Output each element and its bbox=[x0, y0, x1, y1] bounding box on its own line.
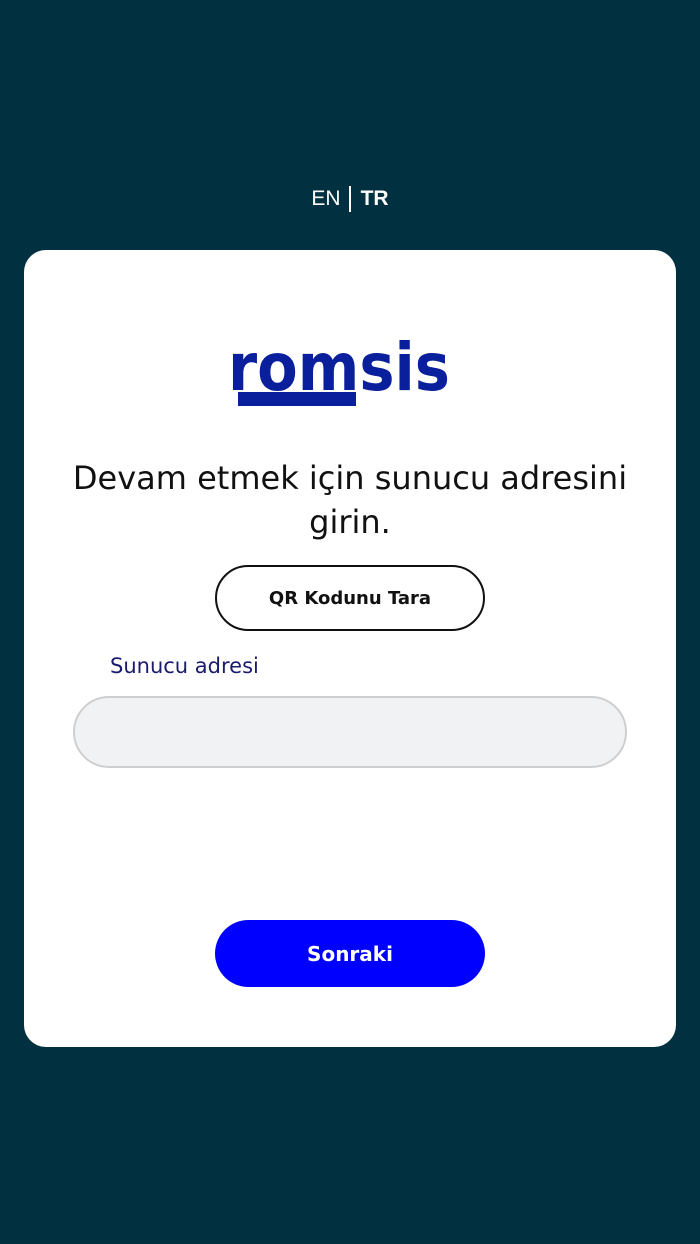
language-separator bbox=[348, 186, 351, 212]
scan-qr-code-button[interactable]: QR Kodunu Tara bbox=[215, 565, 485, 631]
server-address-input[interactable] bbox=[73, 696, 627, 768]
language-switch: EN TR bbox=[0, 184, 700, 214]
server-address-label: Sunucu adresi bbox=[110, 654, 259, 678]
language-option-en[interactable]: EN bbox=[309, 187, 342, 211]
language-option-tr[interactable]: TR bbox=[359, 187, 391, 211]
romsis-logo: romsis bbox=[228, 332, 450, 406]
page-heading: Devam etmek için sunucu adresini girin. bbox=[72, 459, 628, 541]
next-button[interactable]: Sonraki bbox=[215, 920, 485, 987]
